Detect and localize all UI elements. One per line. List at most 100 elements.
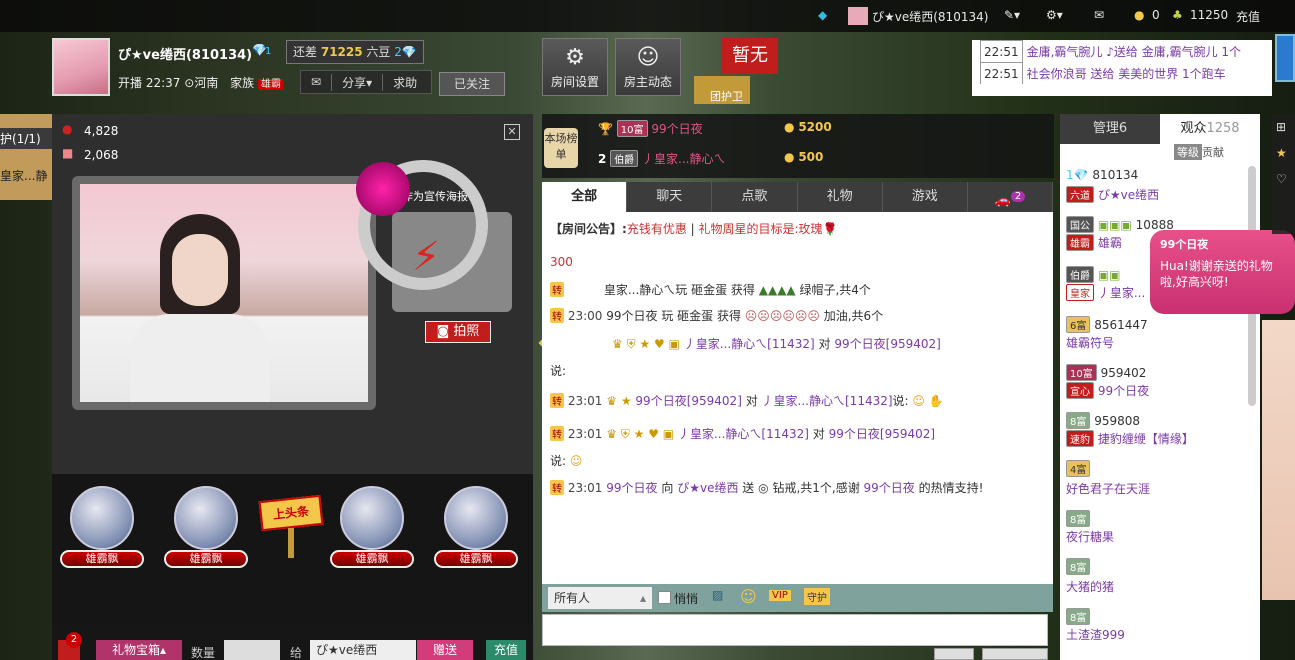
rose-icon: 🌹 [822, 222, 838, 236]
user-row[interactable]: 1💎 810134 [1066, 168, 1138, 182]
user-row[interactable]: 8富 959808 [1066, 412, 1140, 429]
user-row[interactable]: 六道 ぴ★ve绻西 [1066, 186, 1159, 203]
help-button[interactable]: 求助 [382, 73, 427, 91]
chat-user-id[interactable]: [959402] [687, 394, 742, 408]
gear-icon[interactable]: ⚙▾ [1046, 8, 1063, 22]
user-row[interactable]: 宣心 99个日夜 [1066, 382, 1149, 399]
gift-orb[interactable]: 雄霸飘 [434, 486, 518, 568]
recharge-button[interactable]: 充值 [486, 640, 526, 660]
edit-icon[interactable]: ✎▾ [1004, 8, 1020, 22]
fly-screen-button[interactable] [934, 648, 974, 660]
user-row[interactable]: 伯爵 ▣▣ [1066, 266, 1121, 283]
chat-user[interactable]: 99个日夜 [829, 427, 880, 441]
tab-admins[interactable]: 管理6 [1060, 114, 1160, 144]
send-message-button[interactable] [982, 648, 1048, 660]
user-row[interactable]: 夜行糖果 [1066, 528, 1114, 545]
tab-viewers[interactable]: 观众1258 [1160, 114, 1260, 144]
gift-orb[interactable]: 雄霸飘 [330, 486, 414, 568]
user-row[interactable]: 10富 959402 [1066, 364, 1146, 381]
follow-button[interactable]: 已关注 [439, 72, 505, 96]
recipient-select[interactable]: ぴ★ve绻西 [310, 640, 416, 660]
user-row[interactable]: 8富 [1066, 558, 1091, 575]
wealth-count: 4,828 [84, 124, 119, 138]
rank-row[interactable]: 2 伯爵 丿皇家...静心ㄟ ● 500 [598, 150, 823, 167]
user-row[interactable]: 6富 8561447 [1066, 316, 1148, 333]
user-row[interactable]: 雄霸 雄霸 [1066, 234, 1122, 251]
chat-user-id[interactable]: [11432] [845, 394, 893, 408]
gift-orb[interactable]: 雄霸飘 [164, 486, 248, 568]
share-button[interactable]: 分享▾ [331, 73, 382, 91]
chat-user[interactable]: 99个日夜 [606, 481, 657, 495]
tab-games[interactable]: 游戏 [883, 182, 968, 212]
heart-icon[interactable]: ♡ [1272, 166, 1295, 192]
tab-gifts[interactable]: 礼物 [798, 182, 883, 212]
chat-user-id[interactable]: [11432] [761, 427, 809, 441]
emoji-icon[interactable]: ☺ [740, 587, 757, 606]
recharge-link[interactable]: 充值 [1236, 8, 1260, 25]
user-level: 伯爵 [1066, 266, 1094, 283]
chat-user[interactable]: 99个日夜 [834, 337, 885, 351]
chat-input[interactable] [542, 614, 1048, 646]
chat-user[interactable]: 丿皇家...静心ㄟ [762, 394, 845, 408]
close-icon[interactable]: ✕ [504, 124, 520, 140]
rank-row[interactable]: 🏆 10富 99个日夜 ● 5200 [598, 120, 832, 137]
guard-button[interactable]: 守护 [804, 588, 830, 605]
quantity-input[interactable] [224, 640, 280, 660]
audience-select[interactable]: 所有人 ▴ [548, 587, 652, 609]
mail-icon[interactable]: ✉ [1094, 8, 1104, 22]
chat-user[interactable]: 丿皇家...静心ㄟ [678, 427, 761, 441]
photo-button[interactable]: ◙ 拍照 [425, 321, 491, 343]
chat-user-id[interactable]: [959402] [880, 427, 935, 441]
gift-orb[interactable]: 雄霸飘 [60, 486, 144, 568]
host-avatar[interactable] [52, 38, 110, 96]
user-row[interactable]: 雄霸符号 [1066, 334, 1114, 351]
send-gift-button[interactable]: 赠送 [417, 640, 473, 660]
user-name: 好色君子在天涯 [1066, 482, 1151, 496]
avatar[interactable] [848, 7, 868, 25]
chat-text: 钻戒,共1个,感谢 [772, 481, 860, 495]
user-row[interactable]: 4富 [1066, 460, 1091, 477]
sort-level-button[interactable]: 等级 [1174, 144, 1202, 160]
rank-board: 本场榜单 🏆 10富 99个日夜 ● 5200 2 伯爵 丿皇家...静心ㄟ ●… [542, 114, 1054, 178]
user-row[interactable]: 8富 [1066, 608, 1091, 625]
tab-songs[interactable]: 点歌 [712, 182, 798, 212]
family-tag[interactable]: 雄霸 [258, 79, 285, 90]
user-row[interactable]: 大猪的猪 [1066, 578, 1114, 595]
chat-user[interactable]: 丿皇家...静心ㄟ [684, 337, 767, 351]
room-settings-button[interactable]: ⚙ 房间设置 [542, 38, 608, 96]
tab-all[interactable]: 全部 [542, 182, 628, 212]
chat-user[interactable]: 99个日夜 [635, 394, 686, 408]
image-icon[interactable]: ▨ [712, 588, 723, 602]
chat-user-id[interactable]: [959402] [886, 337, 941, 351]
user-row[interactable]: 8富 [1066, 510, 1091, 527]
host-level: 1 [265, 46, 272, 57]
guard-label[interactable]: 团护卫 [694, 76, 750, 104]
star-icon[interactable]: ★ [1272, 140, 1295, 166]
top-username[interactable]: ぴ★ve绻西(810134) [872, 8, 988, 25]
user-row[interactable]: 土渣渣999 [1066, 626, 1125, 643]
chat-user[interactable]: 99个日夜 [864, 481, 915, 495]
user-row[interactable]: 速豹 捷豹缠缏【情缘】 [1066, 430, 1194, 447]
chat-user-id[interactable]: [11432] [767, 337, 815, 351]
user-row[interactable]: 好色君子在天涯 [1066, 480, 1150, 497]
whisper-checkbox[interactable] [658, 591, 671, 604]
treasure-box-button[interactable]: 礼物宝箱▴ [96, 640, 182, 660]
mail-icon[interactable]: ✉ [301, 75, 331, 89]
user-name: 丿皇家... [1097, 286, 1146, 300]
host-feed-button[interactable]: ☺ 房主动态 [615, 38, 681, 96]
chat-text: 99个日夜 玩 砸金蛋 获得 [606, 309, 741, 323]
tab-cars[interactable]: 🚗 2 [968, 182, 1054, 212]
tab-chat[interactable]: 聊天 [627, 182, 713, 212]
video-player[interactable] [72, 176, 376, 410]
gift-icon[interactable]: ⊞ [1272, 114, 1295, 140]
guard-edge-panel[interactable]: 护(1/1) 皇家...静 [0, 114, 52, 200]
chat-user[interactable]: ぴ★ve绻西 [677, 481, 738, 495]
sort-contrib-button[interactable]: 贡献 [1202, 144, 1224, 160]
guard-banner[interactable]: 暂无 [722, 38, 778, 74]
ticker-scroll[interactable] [1275, 34, 1295, 82]
user-row[interactable]: 皇家 丿皇家... [1066, 284, 1145, 301]
vip-button[interactable]: VIP [769, 590, 791, 601]
chat-text: 对 [745, 394, 758, 408]
user-name: 雄霸 [1097, 236, 1122, 250]
user-level: 6富 [1066, 316, 1091, 333]
